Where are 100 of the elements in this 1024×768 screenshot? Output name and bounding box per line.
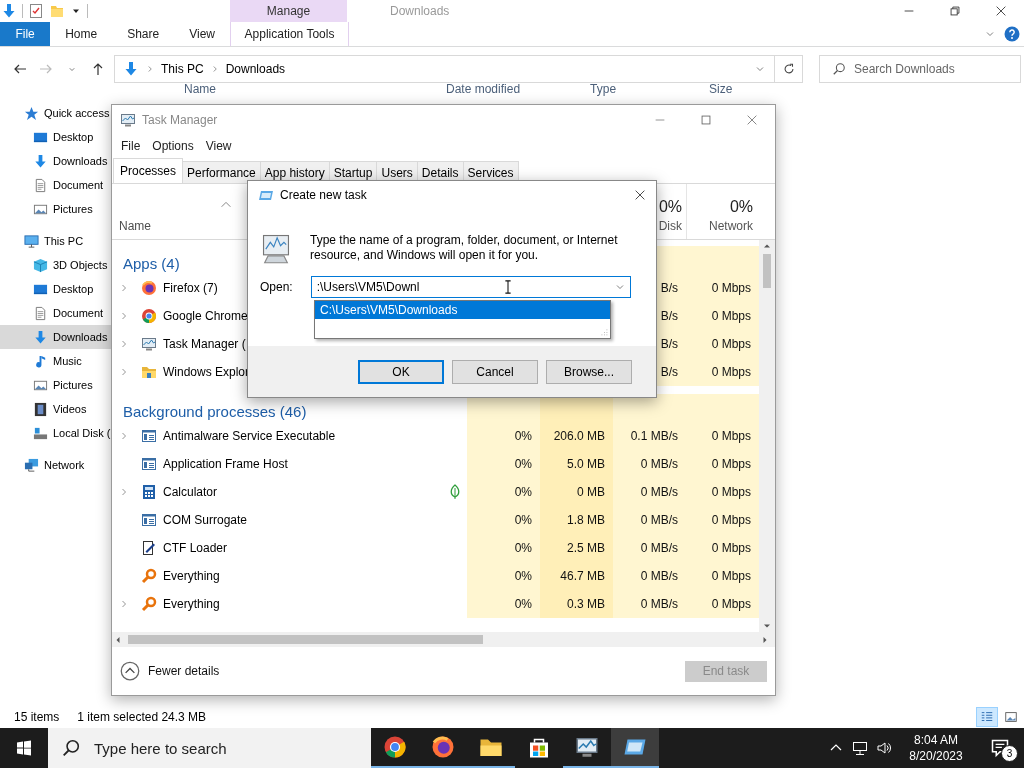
scrollbar-thumb[interactable] — [128, 635, 483, 644]
column-percent: 0% — [658, 198, 682, 216]
nav-item[interactable]: This PC — [0, 229, 111, 253]
dialog-button[interactable]: Cancel — [452, 359, 538, 384]
process-name[interactable]: Everything — [163, 569, 220, 583]
table-cell: 1.8 MB — [540, 506, 613, 534]
magnifier-icon — [141, 596, 157, 612]
help-icon[interactable] — [1004, 26, 1020, 42]
status-text: 15 items — [14, 710, 60, 724]
menu-item[interactable]: File — [115, 139, 147, 153]
window-icon — [141, 456, 157, 472]
checklist-icon[interactable] — [28, 3, 44, 19]
table-cell: 0 Mbps — [686, 450, 759, 478]
nav-item[interactable]: Downloads — [0, 325, 111, 349]
nav-item[interactable]: Desktop — [0, 125, 111, 149]
group-heading: Apps (4) — [122, 255, 180, 272]
process-name[interactable]: Windows Explor — [163, 365, 250, 379]
nav-item[interactable]: Music — [0, 349, 111, 373]
ribbon-tab[interactable]: File — [0, 22, 51, 46]
process-name[interactable]: Antimalware Service Executable — [163, 429, 336, 443]
process-name[interactable]: Task Manager ( — [163, 337, 246, 351]
search-input[interactable]: Search Downloads — [854, 62, 1004, 76]
dialog-button[interactable]: OK — [358, 359, 444, 384]
process-name[interactable]: Everything — [163, 597, 220, 611]
column-header[interactable]: Network — [709, 219, 753, 233]
process-name[interactable]: Firefox (7) — [163, 281, 218, 295]
search-field[interactable]: Search Downloads — [819, 55, 1021, 83]
scrollbar-thumb[interactable] — [763, 254, 771, 288]
nav-item[interactable]: Pictures — [0, 197, 111, 221]
download-arrow-icon[interactable] — [1, 3, 17, 19]
download-arrow-icon — [33, 329, 48, 345]
chevron-up-icon[interactable] — [120, 661, 140, 681]
ribbon-tab[interactable]: View — [174, 22, 230, 46]
process-name[interactable]: Google Chrome — [163, 309, 248, 323]
nav-item[interactable]: Pictures — [0, 373, 111, 397]
tab[interactable]: Performance — [182, 161, 261, 183]
ribbon-tab[interactable]: Share — [112, 22, 175, 46]
nav-item[interactable]: Local Disk ( — [0, 421, 111, 445]
process-name[interactable]: COM Surrogate — [163, 513, 248, 527]
list-icon — [980, 710, 994, 724]
menu-item[interactable]: View — [199, 139, 238, 153]
status-text: 1 item selected 24.3 MB — [77, 710, 207, 724]
table-cell: 0 MB/s — [613, 450, 686, 478]
nav-item[interactable]: Desktop — [0, 277, 111, 301]
search-icon — [832, 62, 846, 76]
notification-icon[interactable] — [990, 738, 1010, 758]
restore-icon[interactable] — [948, 4, 962, 18]
tab[interactable]: Processes — [113, 158, 184, 183]
breadcrumb-item[interactable]: Downloads — [225, 62, 286, 76]
magnifier-icon — [141, 568, 157, 584]
refresh-button[interactable] — [775, 55, 803, 83]
column-percent: 0% — [729, 198, 753, 216]
breadcrumb-item[interactable]: This PC — [161, 62, 204, 76]
dialog-button[interactable]: Browse... — [546, 359, 632, 384]
details-toggle-link[interactable]: Fewer details — [148, 664, 220, 678]
ribbon-tab[interactable]: Home — [50, 22, 113, 46]
monitor-chart-icon — [141, 336, 157, 352]
refresh-icon — [781, 62, 796, 76]
nav-item[interactable]: Document — [0, 301, 111, 325]
column-header[interactable]: Date modified — [446, 82, 521, 96]
combo-box[interactable]: :\Users\VM5\Downl — [310, 276, 631, 298]
taskbar-app[interactable] — [611, 728, 659, 768]
clock-date: 8/20/2023 — [909, 748, 963, 764]
network-icon[interactable] — [852, 740, 868, 756]
tab[interactable]: Users — [376, 161, 418, 183]
menu-item[interactable]: Options — [146, 139, 200, 153]
column-header[interactable]: Name — [184, 82, 216, 96]
picture-icon — [1004, 710, 1018, 724]
table-cell: 0% — [467, 450, 540, 478]
table-cell: 2.5 MB — [540, 534, 613, 562]
nav-item[interactable]: Downloads — [0, 149, 111, 173]
close-icon[interactable] — [994, 4, 1008, 18]
document-icon — [33, 177, 48, 193]
speaker-icon[interactable] — [876, 740, 892, 756]
nav-item[interactable]: Quick access — [0, 101, 111, 125]
table-cell: 0% — [467, 562, 540, 590]
firefox-icon — [431, 735, 455, 759]
clock-time: 8:04 AM — [914, 732, 958, 748]
search-field[interactable]: Type here to search — [48, 728, 371, 768]
folder-icon — [141, 364, 157, 380]
nav-item[interactable]: Network — [0, 453, 111, 477]
close-icon[interactable] — [745, 113, 759, 127]
view-button[interactable] — [976, 707, 998, 727]
process-name[interactable]: Application Frame Host — [163, 457, 288, 471]
column-header[interactable]: Name — [119, 219, 151, 233]
search-input[interactable]: Type here to search — [94, 739, 344, 757]
table-cell: 0 MB/s — [613, 478, 686, 506]
process-name[interactable]: Calculator — [163, 485, 218, 499]
chrome-icon — [383, 735, 407, 759]
nav-item[interactable]: 3D Objects — [0, 253, 111, 277]
process-name[interactable]: CTF Loader — [163, 541, 228, 555]
suggestion-item[interactable]: C:\Users\VM5\Downloads — [315, 301, 610, 319]
column-header[interactable]: Size — [709, 82, 733, 96]
nav-item[interactable]: Document — [0, 173, 111, 197]
ribbon-tab[interactable]: Application Tools — [230, 22, 349, 46]
nav-item[interactable]: Videos — [0, 397, 111, 421]
close-icon[interactable] — [633, 188, 647, 202]
column-header[interactable]: Type — [590, 82, 617, 96]
column-header[interactable]: Disk — [658, 219, 682, 233]
address-bar[interactable]: This PC Downloads — [114, 55, 775, 83]
